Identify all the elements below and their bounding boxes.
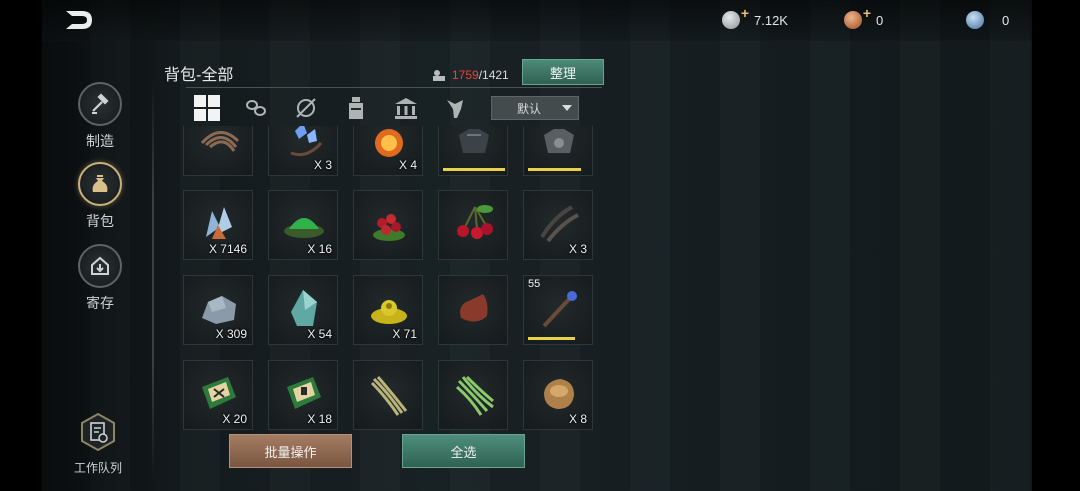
item-slot[interactable]: X 7146 [183,190,253,260]
fiber-bundle-icon [370,376,408,416]
durability-bar [443,168,505,171]
sort-button[interactable]: 整理 [522,59,604,85]
page-title: 背包-全部 [164,67,234,84]
batch-operation-button[interactable]: 批量操作 [229,434,352,468]
top-bar [42,0,1032,41]
item-slot[interactable] [438,275,508,345]
tab-consumables[interactable] [341,94,371,122]
currency-copper: + 0 [844,5,884,30]
back-button[interactable] [62,7,96,33]
item-grid: X 3 X 4 X 7146 X 16 X 3 X 309 X 54 X 71 … [178,126,604,430]
tab-materials[interactable] [241,94,271,122]
sidebar-item-bag[interactable]: 背包 [78,162,122,231]
sort-order-select[interactable]: 默认 [491,96,579,120]
plant-icon [296,98,316,118]
building-icon [395,98,417,119]
capacity-used: 1759 [452,68,479,82]
tab-buildings[interactable] [391,94,421,122]
sidebar-item-label: 背包 [86,213,114,229]
sort-order-value: 默认 [516,101,541,116]
work-queue-label: 工作队列 [73,461,122,475]
wood-icon [246,100,266,116]
feather-icon [200,131,240,152]
chevron-down-icon [562,105,572,111]
sidebar-item-storage[interactable]: 寄存 [78,244,122,313]
sidebar-item-craft[interactable]: 制造 [78,82,122,151]
blue-gem-icon [966,11,984,29]
sidebar-item-label: 寄存 [86,295,114,311]
dark-armor-icon [459,129,489,153]
sidebar-item-label: 制造 [86,133,114,149]
red-berries-icon [373,214,405,241]
right-letterbox [1032,0,1080,491]
copper-coin-icon[interactable]: + [844,5,871,29]
weight-icon [433,70,445,81]
capacity-indicator: 1759/1421 [432,68,509,82]
item-slot[interactable]: X 3 [268,126,338,176]
item-slot[interactable]: X 3 [523,190,593,260]
tab-all[interactable] [192,94,222,122]
silver-coin-icon[interactable]: + [722,5,749,29]
item-slot[interactable]: X 20 [183,360,253,430]
durability-bar [528,337,575,340]
creature-icon [447,100,463,118]
tab-plants[interactable] [291,94,321,122]
potion-icon [349,97,363,119]
work-queue-icon [81,412,115,452]
item-slot[interactable] [183,126,253,176]
currency-gem: 0 [966,10,1009,30]
item-slot[interactable] [353,360,423,430]
item-slot[interactable] [438,360,508,430]
item-slot[interactable]: X 309 [183,275,253,345]
back-arrow-icon [66,11,92,29]
grass-bundle-icon [456,375,494,416]
all-grid-icon [194,95,220,121]
storage-icon [91,256,109,275]
durability-bar [528,168,581,171]
item-slot[interactable] [353,190,423,260]
capacity-max: /1421 [478,68,509,82]
leather-pouch-icon [460,294,488,322]
currency-silver: + 7.12K [722,5,788,30]
item-slot[interactable]: X 71 [353,275,423,345]
hammer-icon [92,93,109,114]
work-queue-button[interactable]: 工作队列 [62,412,134,476]
item-slot[interactable]: X 18 [268,360,338,430]
select-all-button[interactable]: 全选 [402,434,525,468]
item-slot[interactable]: X 4 [353,126,423,176]
magic-staff-icon [542,291,577,328]
currency-copper-value: 0 [876,12,884,28]
item-slot[interactable]: 55 [523,275,593,345]
item-slot[interactable]: X 54 [268,275,338,345]
metal-armor-icon [544,129,574,153]
item-slot[interactable] [438,190,508,260]
cherry-icon [457,205,493,239]
item-slot[interactable]: X 16 [268,190,338,260]
bag-icon [92,175,108,192]
item-slot[interactable]: X 8 [523,360,593,430]
currency-silver-value: 7.12K [754,12,788,28]
left-letterbox [0,0,42,491]
item-slot[interactable] [438,126,508,176]
tab-creatures[interactable] [441,94,471,122]
item-slot[interactable] [523,126,593,176]
currency-gem-value: 0 [1002,12,1010,28]
